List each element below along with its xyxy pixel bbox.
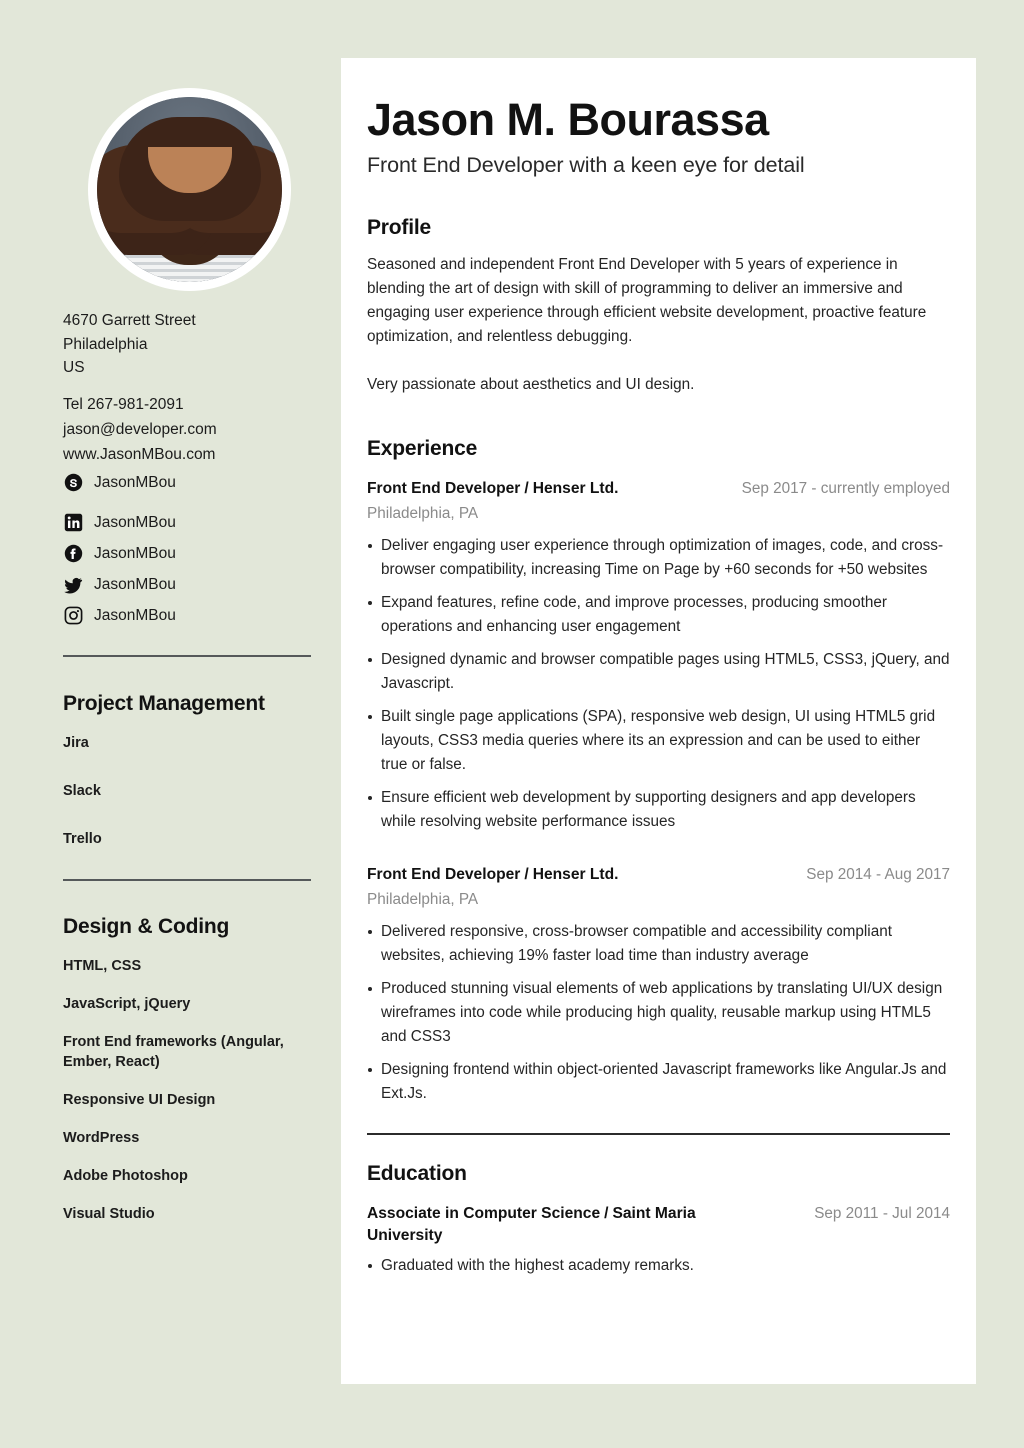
education-bullet-list: Graduated with the highest academy remar… [367,1254,950,1278]
experience-bullet-list: Delivered responsive, cross-browser comp… [367,920,950,1106]
sidebar-skill-item: Responsive UI Design [63,1092,216,1108]
experience-role: Front End Developer [367,866,521,883]
education-separator: / [604,1205,609,1222]
social-handle: JasonMBou [94,606,176,624]
experience-header: Front End Developer / Henser Ltd. Sep 2014… [367,864,950,886]
bullet-item: Deliver engaging user experience through… [367,534,950,582]
profile-paragraph: Very passionate about aesthetics and UI … [367,376,695,393]
section-heading-experience: Experience [367,437,478,460]
sidebar-skill-item: HTML, CSS [63,958,142,974]
experience-date: Sep 2017 - currently employed [741,480,950,497]
website-link[interactable]: www.JasonMBou.com [63,442,313,467]
experience-date: Sep 2014 - Aug 2017 [806,866,950,883]
experience-location: Philadelphia, PA [367,505,479,522]
social-handle: JasonMBou [94,544,176,562]
experience-title-company: Front End Developer / Henser Ltd. [367,864,618,886]
social-item-skype[interactable]: JasonMBou [63,467,313,498]
sidebar-section-heading: Project Management [63,692,265,715]
experience-role: Front End Developer [367,480,521,497]
twitter-icon [63,575,83,595]
bullet-item: Expand features, refine code, and improv… [367,591,950,639]
experience-company: Henser Ltd. [532,480,619,497]
sidebar-skill-item: Trello [63,831,102,847]
address-street: 4670 Garrett Street [63,312,196,329]
sidebar-divider-1 [63,655,311,657]
portrait-hair [118,117,261,221]
section-education: Education Associate in Computer Science /… [367,1162,950,1278]
experience-title-company: Front End Developer / Henser Ltd. [367,478,618,500]
profile-paragraph: Seasoned and independent Front End Devel… [367,256,927,345]
instagram-icon [63,606,83,626]
section-profile: Profile Seasoned and independent Front E… [367,216,950,397]
sidebar-section-heading: Design & Coding [63,915,230,938]
avatar-frame [88,88,291,291]
skype-icon [63,473,83,493]
sidebar-skill-item: Front End frameworks (Angular, Ember, Re… [63,1034,284,1070]
social-item-facebook[interactable]: JasonMBou [63,538,313,569]
bullet-item: Designing frontend within object-oriente… [367,1058,950,1106]
social-handle: JasonMBou [94,575,176,593]
sidebar-skill-item: Slack [63,783,101,799]
linkedin-icon [63,513,83,533]
experience-location: Philadelphia, PA [367,891,479,908]
experience-separator: / [524,480,529,497]
phone-text: Tel 267-981-2091 [63,396,184,413]
social-list: JasonMBou JasonMBou JasonMBou JasonMBou [63,467,313,631]
address-city: Philadelphia [63,335,148,353]
social-item-twitter[interactable]: JasonMBou [63,569,313,600]
section-heading-profile: Profile [367,216,431,239]
avatar [97,97,282,282]
education-degree: Associate in Computer Science [367,1205,601,1222]
education-header: Associate in Computer Science / Saint Mari… [367,1203,950,1247]
sidebar: 4670 Garrett Street Philadelphia US Tel … [0,0,341,1448]
bullet-item: Ensure efficient web development by supp… [367,786,950,834]
page-title: Jason M. Bourassa [367,94,769,145]
sidebar-skill-item: Adobe Photoshop [63,1168,188,1184]
bullet-item: Graduated with the highest academy remar… [367,1254,950,1278]
education-date: Sep 2011 - Jul 2014 [814,1205,950,1222]
experience-company: Henser Ltd. [532,866,619,883]
address-country: US [63,359,85,376]
section-experience: Experience Front End Developer / Henser Lt… [367,437,950,1106]
social-item-linkedin[interactable]: JasonMBou [63,507,313,538]
section-divider [367,1133,950,1135]
experience-entry: Front End Developer / Henser Ltd. Sep 2017… [367,478,950,834]
bullet-item: Produced stunning visual elements of web… [367,977,950,1049]
bullet-item: Built single page applications (SPA), re… [367,705,950,777]
facebook-icon [63,544,83,564]
resume-page: 4670 Garrett Street Philadelphia US Tel … [0,0,1024,1448]
sidebar-section-design-coding: Design & Coding HTML, CSS JavaScript, jQ… [63,915,313,1224]
experience-header: Front End Developer / Henser Ltd. Sep 2017… [367,478,950,500]
sidebar-skill-item: WordPress [63,1130,140,1146]
content-column: Jason M. Bourassa Front End Developer wi… [367,58,950,1287]
social-item-instagram[interactable]: JasonMBou [63,600,313,631]
email-link[interactable]: jason@developer.com [63,417,313,442]
experience-entry: Front End Developer / Henser Ltd. Sep 2014… [367,864,950,1106]
social-handle: JasonMBou [94,473,176,491]
sidebar-skill-item: Jira [63,735,89,751]
content-panel: Jason M. Bourassa Front End Developer wi… [341,58,976,1384]
social-handle: JasonMBou [94,513,176,531]
education-entry: Associate in Computer Science / Saint Mari… [367,1203,950,1278]
subtitle: Front End Developer with a keen eye for … [367,153,805,177]
experience-separator: / [524,866,529,883]
sidebar-skill-item: JavaScript, jQuery [63,996,191,1012]
bullet-item: Designed dynamic and browser compatible … [367,648,950,696]
contact-block: Tel 267-981-2091 jason@developer.com www… [63,392,313,467]
address-block: 4670 Garrett Street Philadelphia US [63,309,313,380]
sidebar-divider-2 [63,879,311,881]
sidebar-section-project-management: Project Management Jira Slack Trello [63,692,313,849]
experience-bullet-list: Deliver engaging user experience through… [367,534,950,834]
education-degree-school: Associate in Computer Science / Saint Mari… [367,1203,757,1247]
sidebar-skill-item: Visual Studio [63,1206,155,1222]
section-heading-education: Education [367,1162,467,1185]
bullet-item: Delivered responsive, cross-browser comp… [367,920,950,968]
portrait-mouth [171,223,208,235]
